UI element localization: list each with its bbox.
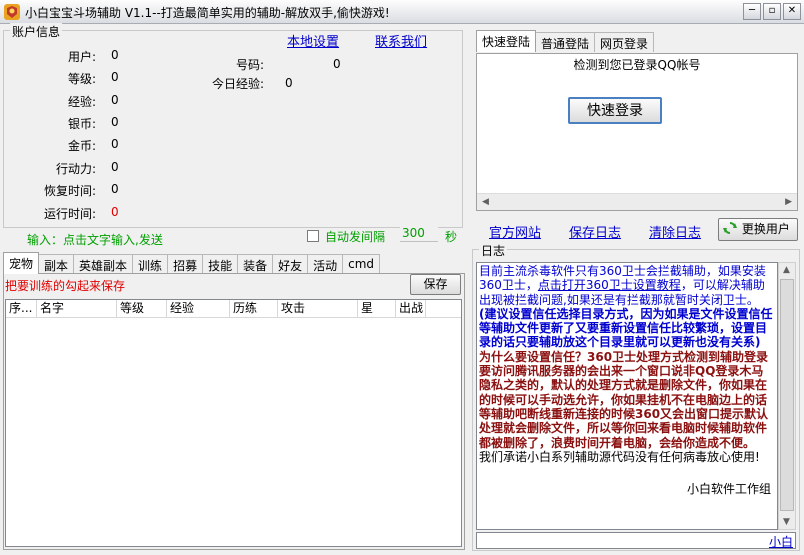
window-title: 小白宝宝斗场辅助 V1.1--打造最简单实用的辅助-解放双手,偷快游戏! (25, 6, 390, 20)
log-paragraph-4: 我们承诺小白系列辅助源代码没有任何病毒放心使用! (479, 449, 760, 464)
run-time-value: 0 (111, 205, 119, 219)
contact-us-link[interactable]: 联系我们 (375, 31, 427, 50)
user-label: 用户: (67, 50, 96, 64)
pets-table-header: 序... 名字 等级 经验 历练 攻击 星 出战 (6, 300, 461, 318)
exp-value: 0 (111, 93, 119, 107)
tab-normal-login[interactable]: 普通登陆 (535, 32, 596, 52)
id-label: 号码: (235, 58, 264, 72)
close-button[interactable]: ✕ (783, 3, 801, 20)
restore-button[interactable]: ▫ (763, 3, 781, 20)
level-label: 等级: (67, 72, 96, 86)
column-exp[interactable]: 经验 (167, 300, 230, 317)
level-value: 0 (111, 70, 119, 84)
log-signature: 小白软件工作组 (686, 482, 771, 497)
tab-cmd[interactable]: cmd (342, 254, 381, 274)
run-time-label: 运行时间: (43, 207, 96, 221)
login-horizontal-scrollbar[interactable]: ◀ ▶ (477, 193, 797, 210)
pets-hint: 把要训练的勾起来保存 (5, 279, 126, 293)
scroll-right-arrow-icon[interactable]: ▶ (785, 197, 792, 207)
clear-log-link[interactable]: 清除日志 (649, 222, 701, 241)
scroll-thumb[interactable] (780, 279, 794, 511)
log-title: 日志 (479, 242, 508, 259)
recover-time-value: 0 (111, 182, 119, 196)
tab-quick-login[interactable]: 快速登陆 (476, 30, 537, 52)
action-points-label: 行动力: (55, 162, 96, 176)
account-info-title: 账户信息 (10, 23, 63, 40)
silver-value: 0 (111, 115, 119, 129)
change-user-label: 更换用户 (741, 222, 790, 236)
today-exp-label: 今日经验: (211, 77, 264, 91)
tab-recruit[interactable]: 招募 (167, 254, 204, 274)
scroll-up-arrow-icon[interactable]: ▲ (783, 265, 790, 275)
title-bar[interactable]: 小白宝宝斗场辅助 V1.1--打造最简单实用的辅助-解放双手,偷快游戏! ─ ▫… (0, 0, 804, 24)
detected-login-text: 检测到您已登录QQ帐号 (573, 58, 701, 72)
auto-send-label: 自动发间隔 (325, 230, 386, 244)
save-log-link[interactable]: 保存日志 (569, 222, 621, 241)
gold-value: 0 (111, 137, 119, 151)
quick-login-button[interactable]: 快速登录 (568, 97, 662, 124)
column-battle[interactable]: 出战 (396, 300, 426, 317)
tab-equipment[interactable]: 装备 (237, 254, 274, 274)
id-value: 0 (333, 57, 341, 71)
tab-hero-dungeon[interactable]: 英雄副本 (73, 254, 134, 274)
log-tutorial-link[interactable]: 点击打开360卫士设置教程 (538, 278, 681, 292)
scroll-left-arrow-icon[interactable]: ◀ (482, 197, 489, 207)
tab-pets[interactable]: 宠物 (3, 252, 40, 274)
local-settings-link[interactable]: 本地设置 (287, 31, 339, 50)
app-icon (4, 4, 20, 20)
column-experience[interactable]: 历练 (230, 300, 278, 317)
exp-label: 经验: (67, 95, 96, 109)
tab-training[interactable]: 训练 (132, 254, 169, 274)
login-tabs: 快速登陆 普通登陆 网页登录 (476, 30, 655, 52)
log-paragraph-1: 目前主流杀毒软件只有360卫士会拦截辅助，如果安装360卫士，点击打开360卫士… (479, 264, 775, 307)
log-vertical-scrollbar[interactable]: ▲ ▼ (778, 262, 796, 530)
action-points-value: 0 (111, 160, 119, 174)
column-name[interactable]: 名字 (37, 300, 117, 317)
function-tabs: 宠物 副本 英雄副本 训练 招募 技能 装备 好友 活动 cmd (3, 252, 381, 274)
user-value: 0 (111, 48, 119, 62)
log-text-area[interactable]: 目前主流杀毒软件只有360卫士会拦截辅助，如果安装360卫士，点击打开360卫士… (476, 262, 778, 530)
column-attack[interactable]: 攻击 (278, 300, 358, 317)
tab-friends[interactable]: 好友 (272, 254, 309, 274)
recover-time-label: 恢复时间: (43, 184, 96, 198)
gold-label: 金币: (67, 139, 96, 153)
pets-table[interactable]: 序... 名字 等级 经验 历练 攻击 星 出战 (5, 299, 462, 547)
column-index[interactable]: 序... (6, 300, 37, 317)
interval-unit: 秒 (445, 230, 458, 244)
scroll-down-arrow-icon[interactable]: ▼ (783, 517, 790, 527)
silver-label: 银币: (67, 117, 96, 131)
interval-input[interactable]: 300 (400, 224, 438, 242)
tab-skills[interactable]: 技能 (202, 254, 239, 274)
column-level[interactable]: 等级 (117, 300, 167, 317)
official-site-link[interactable]: 官方网站 (489, 222, 541, 241)
minimize-button[interactable]: ─ (743, 3, 761, 20)
today-exp-value: 0 (285, 76, 293, 90)
tab-dungeon[interactable]: 副本 (38, 254, 75, 274)
refresh-icon (723, 222, 737, 234)
tab-activities[interactable]: 活动 (307, 254, 344, 274)
log-bottom-input[interactable]: 小白 (476, 532, 796, 549)
login-panel: 检测到您已登录QQ帐号 快速登录 ◀ ▶ (476, 53, 798, 211)
input-hint[interactable]: 输入：点击文字输入,发送 (27, 231, 163, 248)
change-user-button[interactable]: 更换用户 (718, 218, 798, 241)
pets-save-button[interactable]: 保存 (410, 274, 461, 295)
column-star[interactable]: 星 (358, 300, 396, 317)
log-paragraph-3: 为什么要设置信任？360卫士处理方式检测到辅助登录要访问腾讯服务器的会出来一个窗… (479, 349, 769, 450)
log-paragraph-2: (建议设置信任选择目录方式，因为如果是文件设置信任等辅助文件更新了又要重新设置信… (479, 306, 773, 350)
xiaobai-link[interactable]: 小白 (769, 533, 793, 550)
auto-send-checkbox[interactable] (307, 230, 319, 242)
tab-web-login[interactable]: 网页登录 (594, 32, 655, 52)
